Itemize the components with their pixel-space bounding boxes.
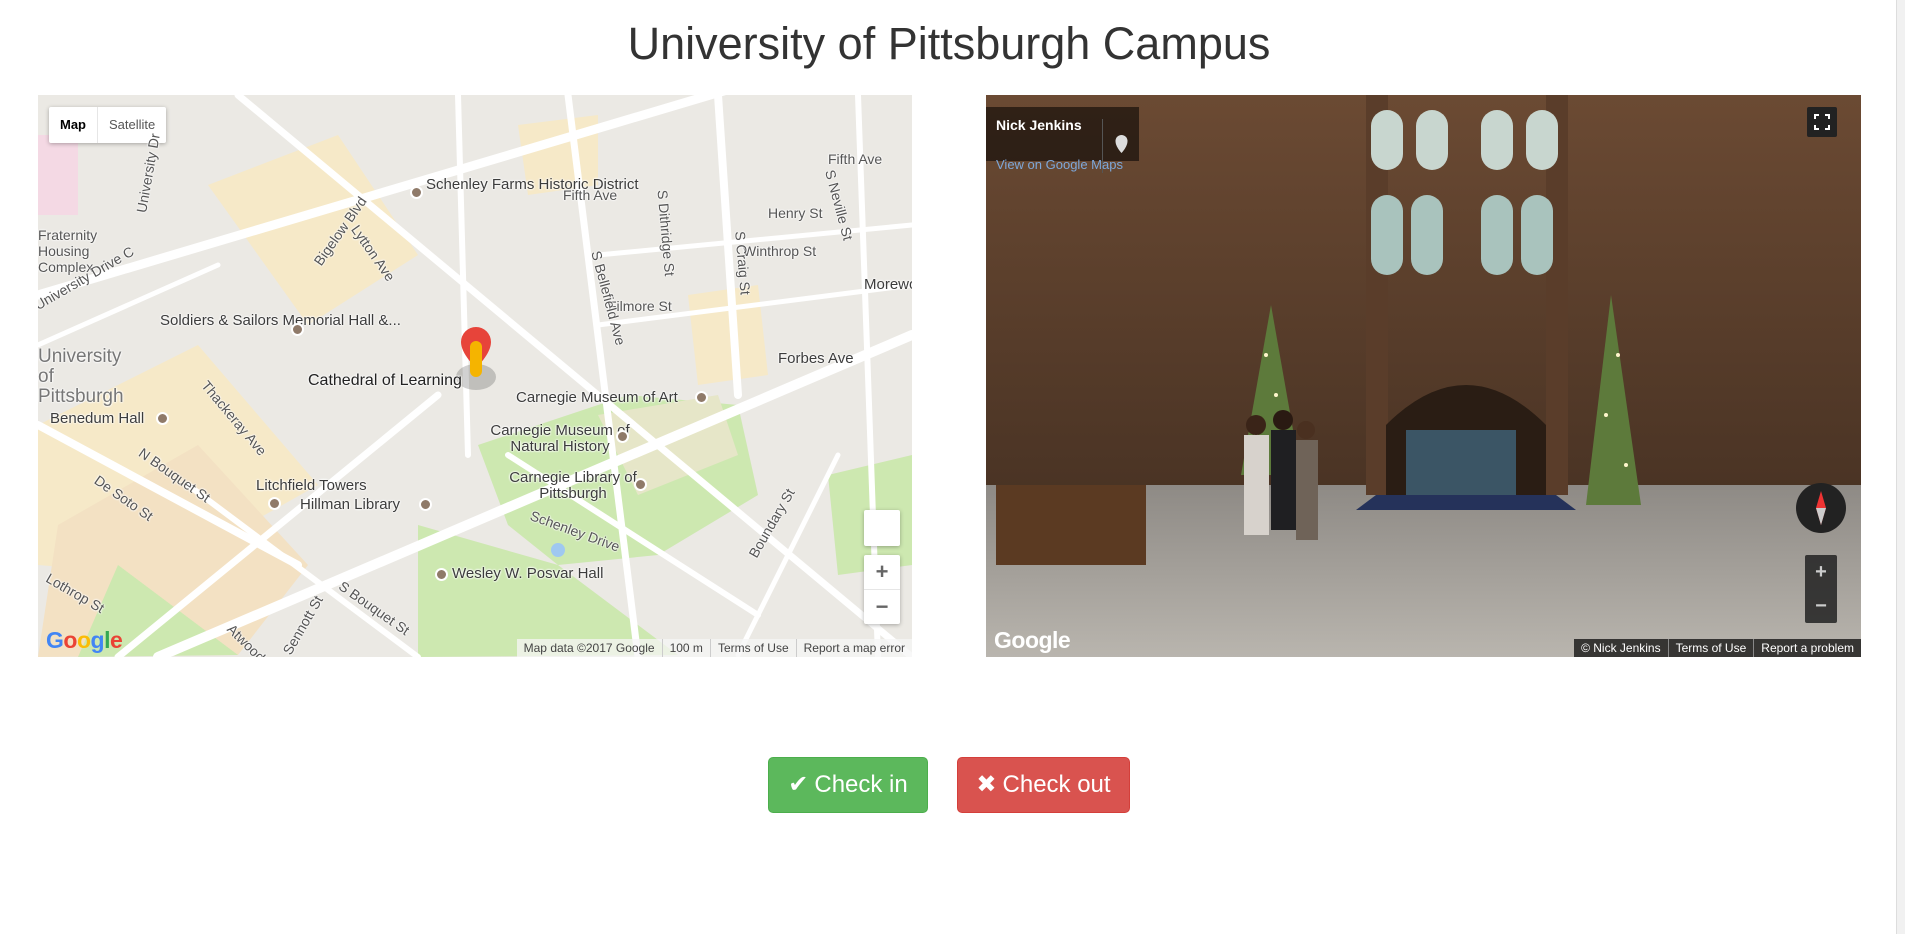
- poi-icon: [419, 498, 432, 511]
- streetview-zoom-in-button[interactable]: +: [1805, 555, 1837, 589]
- poi-icon: [410, 186, 423, 199]
- close-box-icon: ✖: [976, 771, 997, 798]
- street-label: Morewood: [864, 276, 912, 293]
- place-label[interactable]: Wesley W. Posvar Hall: [452, 566, 603, 582]
- view-on-google-maps-link[interactable]: View on Google Maps: [996, 157, 1123, 172]
- terms-link[interactable]: Terms of Use: [709, 639, 796, 657]
- page-scrollbar[interactable]: [1896, 0, 1905, 934]
- streetview-zoom-out-button[interactable]: −: [1805, 589, 1837, 623]
- streetview-zoom-control: + −: [1805, 555, 1837, 623]
- street-label: Winthrop St: [743, 243, 817, 259]
- map-data-credit: Map data ©2017 Google: [523, 641, 655, 655]
- report-map-error-link[interactable]: Report a map error: [795, 639, 912, 657]
- poi-icon: [695, 391, 708, 404]
- place-label[interactable]: Litchfield Towers: [256, 478, 367, 494]
- street-label: Fifth Ave: [828, 151, 883, 167]
- page-title: University of Pittsburgh Campus: [627, 18, 1271, 69]
- poi-icon: [268, 497, 281, 510]
- map-panel[interactable]: Map Satellite Cathedral of Learning Sche…: [38, 95, 912, 657]
- map-footer: Map data ©2017 Google 100 m Terms of Use…: [516, 639, 912, 657]
- check-in-label: Check in: [814, 771, 908, 798]
- poi-icon: [634, 478, 647, 491]
- streetview-image[interactable]: [986, 95, 1861, 657]
- zoom-in-button[interactable]: +: [864, 555, 900, 589]
- check-icon: ✔: [788, 771, 809, 798]
- poi-icon: [156, 412, 169, 425]
- street-label: Forbes Ave: [778, 350, 854, 367]
- place-label[interactable]: Soldiers & Sailors Memorial Hall &...: [160, 313, 401, 329]
- map-zoom-control: + −: [864, 555, 900, 624]
- streetview-panel[interactable]: Nick Jenkins View on Google Maps + − Goo…: [986, 95, 1861, 657]
- zoom-out-button[interactable]: −: [864, 589, 900, 624]
- streetview-copyright[interactable]: © Nick Jenkins: [1574, 639, 1668, 657]
- check-out-button[interactable]: ✖ Check out: [957, 757, 1130, 813]
- marker-label[interactable]: Cathedral of Learning: [308, 373, 462, 389]
- place-label[interactable]: Carnegie Museum of Art: [516, 390, 678, 406]
- streetview-info-card: Nick Jenkins: [986, 107, 1139, 173]
- street-label: Henry St: [768, 205, 823, 221]
- place-label[interactable]: Carnegie Library of Pittsburgh: [508, 470, 638, 502]
- map-type-map[interactable]: Map: [49, 107, 97, 143]
- streetview-footer: © Nick Jenkins Terms of Use Report a pro…: [1574, 639, 1861, 657]
- fullscreen-icon[interactable]: [1807, 107, 1837, 137]
- poi-icon: [291, 323, 304, 336]
- scale-label[interactable]: 100 m: [661, 639, 710, 657]
- poi-icon: [435, 568, 448, 581]
- compass-icon[interactable]: [1796, 483, 1846, 533]
- google-logo[interactable]: Google: [46, 627, 123, 654]
- place-label[interactable]: Benedum Hall: [50, 411, 144, 427]
- terms-link[interactable]: Terms of Use: [1667, 639, 1754, 657]
- check-in-button[interactable]: ✔ Check in: [768, 757, 928, 813]
- place-label[interactable]: Hillman Library: [300, 497, 400, 513]
- report-problem-link[interactable]: Report a problem: [1753, 639, 1861, 657]
- area-label: University of Pittsburgh: [38, 346, 124, 407]
- google-logo[interactable]: Google: [994, 627, 1071, 654]
- check-out-label: Check out: [1002, 771, 1111, 798]
- pegman-icon[interactable]: [864, 510, 900, 546]
- street-label: Fifth Ave: [563, 187, 618, 203]
- poi-icon: [616, 430, 629, 443]
- streetview-author[interactable]: Nick Jenkins: [996, 117, 1082, 133]
